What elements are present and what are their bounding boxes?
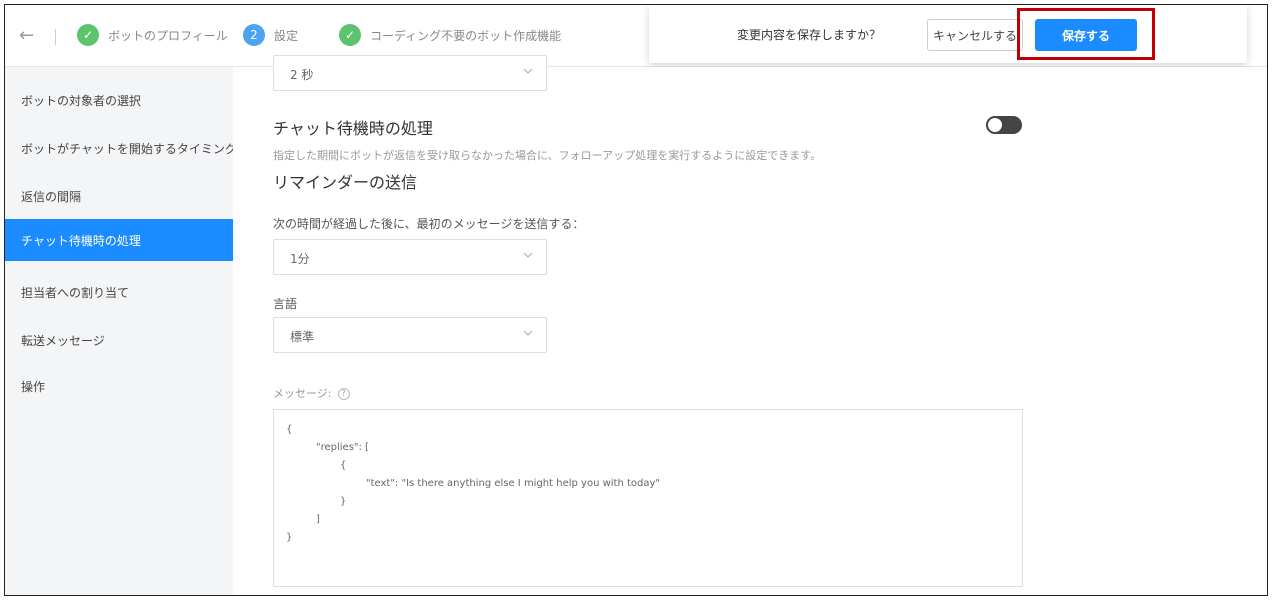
idle-section-description: 指定した期間にボットが返信を受け取らなかった場合に、フォローアップ処理を実行する…: [273, 149, 822, 162]
save-question-text: 変更内容を保存しますか？: [737, 28, 882, 42]
chevron-down-icon: [524, 252, 532, 258]
cancel-button[interactable]: キャンセルする: [927, 19, 1023, 51]
language-select[interactable]: 標準: [273, 317, 547, 353]
interval-select[interactable]: 2 秒: [273, 55, 547, 91]
sidebar-item-operations[interactable]: 操作: [5, 365, 233, 407]
question-circle-icon[interactable]: ?: [337, 388, 350, 400]
app-frame: ← ✓ ボットのプロフィール 2 設定 ✓ コーディング不要のボット作成機能 変…: [4, 4, 1268, 596]
sidebar-item-idle-handling[interactable]: チャット待機時の処理: [5, 219, 233, 261]
step-no-code-builder[interactable]: ✓ コーディング不要のボット作成機能: [339, 24, 561, 46]
reminder-delay-select[interactable]: 1分: [273, 239, 547, 275]
select-value: 標準: [290, 330, 315, 344]
idle-handling-toggle[interactable]: [986, 116, 1022, 134]
code-line: "text": "Is there anything else I might …: [366, 478, 661, 489]
chevron-down-icon: [524, 330, 532, 336]
reminder-title: リマインダーの送信: [273, 173, 418, 192]
save-button[interactable]: 保存する: [1035, 19, 1137, 51]
select-value: 1分: [290, 252, 310, 266]
code-line: ]: [316, 514, 320, 525]
chevron-down-icon: [524, 68, 532, 74]
step-settings[interactable]: 2 設定: [243, 24, 298, 46]
settings-sidebar: ボットの対象者の選択 ボットがチャットを開始するタイミング 返信の間隔 チャット…: [5, 67, 237, 595]
save-changes-panel: 変更内容を保存しますか？ キャンセルする 保存する: [649, 5, 1247, 63]
check-circle-icon: ✓: [339, 24, 361, 46]
sidebar-item-transfer-message[interactable]: 転送メッセージ: [5, 319, 233, 361]
select-value: 2 秒: [290, 68, 314, 82]
nav-divider: [55, 29, 56, 45]
step-number-badge: 2: [243, 24, 265, 46]
code-line: "replies": [: [316, 442, 369, 453]
arrow-left-icon[interactable]: ←: [19, 25, 34, 46]
code-line: }: [286, 532, 293, 543]
sidebar-item-chat-start-timing[interactable]: ボットがチャットを開始するタイミング: [5, 127, 237, 169]
check-circle-icon: ✓: [77, 24, 99, 46]
settings-main: 2 秒 チャット待機時の処理 指定した期間にボットが返信を受け取らなかった場合に…: [233, 55, 1267, 595]
message-json-editor[interactable]: { "replies": [ { "text": "Is there anyth…: [273, 409, 1023, 587]
step-label: ボットのプロフィール: [108, 28, 228, 43]
toggle-knob: [988, 118, 1002, 132]
step-label: 設定: [274, 28, 299, 43]
step-label: コーディング不要のボット作成機能: [370, 28, 562, 43]
code-line: {: [286, 424, 293, 435]
sidebar-item-audience[interactable]: ボットの対象者の選択: [5, 79, 233, 121]
reminder-delay-label: 次の時間が経過した後に、最初のメッセージを送信する：: [273, 217, 585, 231]
message-label: メッセージ:: [273, 387, 332, 400]
language-label: 言語: [273, 297, 298, 311]
idle-section-title: チャット待機時の処理: [273, 119, 433, 138]
step-bot-profile[interactable]: ✓ ボットのプロフィール: [77, 24, 228, 46]
sidebar-item-assignment[interactable]: 担当者への割り当て: [5, 271, 233, 313]
sidebar-item-reply-interval[interactable]: 返信の間隔: [5, 175, 233, 217]
code-line: }: [340, 496, 347, 507]
message-label-row: メッセージ:?: [273, 385, 350, 401]
code-line: {: [340, 460, 347, 471]
